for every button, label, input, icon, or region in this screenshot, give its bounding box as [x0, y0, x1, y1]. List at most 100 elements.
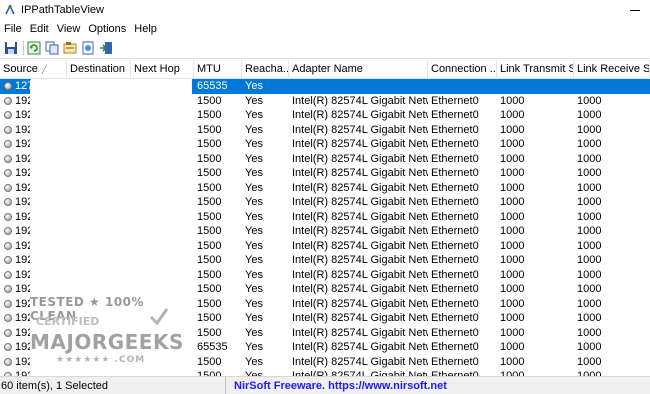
cell-link-receive: 1000 [577, 196, 602, 208]
cell-reachable: Yes [245, 109, 263, 121]
cell-connection: Ethernet0 [431, 109, 479, 121]
checkmark-icon [149, 308, 169, 326]
row-bullet-icon [4, 169, 12, 178]
cell-connection: Ethernet0 [431, 167, 479, 179]
cell-connection: Ethernet0 [431, 341, 479, 353]
cell-reachable: Yes [245, 312, 263, 324]
cell-link-receive: 1000 [577, 254, 602, 266]
menu-options[interactable]: Options [84, 20, 130, 38]
menu-file[interactable]: File [0, 20, 26, 38]
column-header-source[interactable]: Source ╱ [0, 60, 67, 79]
cell-adapter-name: Intel(R) 82574L Gigabit Netwo... [292, 254, 428, 266]
column-header-destination[interactable]: Destination [67, 60, 131, 79]
app-icon [4, 4, 16, 16]
toolbar-separator [23, 41, 24, 55]
cell-connection: Ethernet0 [431, 326, 479, 339]
cell-mtu: 1500 [197, 239, 222, 252]
cell-connection: Ethernet0 [431, 94, 479, 107]
nirsoft-link[interactable]: NirSoft Freeware. https://www.nirsoft.ne… [226, 377, 447, 394]
column-header-link-transmit[interactable]: Link Transmit S... [497, 60, 574, 79]
watermark-line-com: ★★★★★★ .COM [56, 355, 146, 365]
cell-reachable: Yes [245, 181, 263, 194]
cell-link-receive: 1000 [577, 123, 602, 136]
cell-link-transmit: 1000 [500, 268, 525, 281]
menu-edit[interactable]: Edit [26, 20, 53, 38]
cell-mtu: 1500 [197, 312, 222, 324]
row-bullet-icon [4, 328, 12, 337]
cell-reachable: Yes [245, 254, 263, 266]
column-header-adapter-name[interactable]: Adapter Name [289, 60, 428, 79]
cell-link-receive: 1000 [577, 297, 602, 310]
cell-link-receive: 1000 [577, 312, 602, 324]
row-bullet-icon [4, 285, 12, 294]
column-header-next-hop[interactable]: Next Hop [131, 60, 194, 79]
cell-link-transmit: 1000 [500, 181, 525, 194]
cell-reachable: Yes [245, 370, 263, 376]
cell-link-transmit: 1000 [500, 167, 525, 179]
menu-bar: File Edit View Options Help [0, 20, 650, 38]
cell-connection: Ethernet0 [431, 297, 479, 310]
row-bullet-icon [4, 140, 12, 149]
save-icon[interactable] [3, 40, 19, 56]
cell-link-receive: 1000 [577, 181, 602, 194]
watermark-line-majorgeeks: MAJORGEEKS [30, 330, 184, 354]
cell-reachable: Yes [245, 355, 263, 368]
cell-adapter-name [289, 79, 428, 94]
cell-connection: Ethernet0 [431, 239, 479, 252]
cell-reachable: Yes [245, 196, 263, 208]
column-header-link-receive[interactable]: Link Receive S... [574, 60, 650, 79]
row-bullet-icon [4, 96, 12, 105]
cell-connection: Ethernet0 [431, 181, 479, 194]
row-bullet-icon [4, 183, 12, 192]
row-bullet-icon [4, 241, 12, 250]
cell-link-transmit: 1000 [500, 283, 525, 295]
cell-mtu: 65535 [197, 341, 228, 353]
row-bullet-icon [4, 256, 12, 265]
cell-mtu: 1500 [197, 181, 222, 194]
title-bar: IPPathTableView [0, 0, 650, 20]
cell-link-receive: 1000 [577, 355, 602, 368]
column-header-reachable[interactable]: Reacha... [242, 60, 289, 79]
cell-adapter-name: Intel(R) 82574L Gigabit Netwo... [292, 239, 428, 252]
cell-connection: Ethernet0 [431, 370, 479, 376]
cell-adapter-name: Intel(R) 82574L Gigabit Netwo... [292, 123, 428, 136]
html-report-icon[interactable] [80, 40, 96, 56]
row-bullet-icon [4, 270, 12, 279]
status-bar: 60 item(s), 1 Selected NirSoft Freeware.… [0, 376, 650, 394]
column-header-connection[interactable]: Connection ... [428, 60, 497, 79]
cell-connection: Ethernet0 [431, 210, 479, 223]
menu-help[interactable]: Help [130, 20, 161, 38]
cell-mtu: 1500 [197, 196, 222, 208]
window-title: IPPathTableView [21, 4, 104, 16]
cell-adapter-name: Intel(R) 82574L Gigabit Netwo... [292, 370, 428, 376]
cell-reachable: Yes [245, 326, 263, 339]
properties-icon[interactable] [62, 40, 78, 56]
cell-link-receive: 1000 [577, 94, 602, 107]
copy-icon[interactable] [44, 40, 60, 56]
cell-adapter-name: Intel(R) 82574L Gigabit Netwo... [292, 152, 428, 165]
exit-icon[interactable] [98, 40, 114, 56]
cell-adapter-name: Intel(R) 82574L Gigabit Netwo... [292, 196, 428, 208]
cell-adapter-name: Intel(R) 82574L Gigabit Netwo... [292, 210, 428, 223]
cell-adapter-name: Intel(R) 82574L Gigabit Netwo... [292, 312, 428, 324]
cell-reachable: Yes [245, 341, 263, 353]
cell-adapter-name: Intel(R) 82574L Gigabit Netwo... [292, 109, 428, 121]
cell-reachable: Yes [245, 94, 263, 107]
cell-link-transmit: 1000 [500, 254, 525, 266]
sort-ascending-icon: ╱ [42, 65, 47, 74]
row-bullet-icon [4, 299, 12, 308]
cell-connection [428, 79, 497, 94]
cell-link-transmit: 1000 [500, 326, 525, 339]
cell-link-receive: 1000 [577, 268, 602, 281]
cell-adapter-name: Intel(R) 82574L Gigabit Netwo... [292, 181, 428, 194]
cell-link-transmit: 1000 [500, 370, 525, 376]
refresh-icon[interactable] [26, 40, 42, 56]
cell-connection: Ethernet0 [431, 283, 479, 295]
menu-view[interactable]: View [53, 20, 85, 38]
cell-link-transmit: 1000 [500, 123, 525, 136]
cell-link-transmit: 1000 [500, 196, 525, 208]
cell-reachable: Yes [245, 297, 263, 310]
cell-link-receive [574, 79, 650, 94]
column-header-mtu[interactable]: MTU [194, 60, 242, 79]
minimize-button[interactable] [628, 2, 642, 16]
